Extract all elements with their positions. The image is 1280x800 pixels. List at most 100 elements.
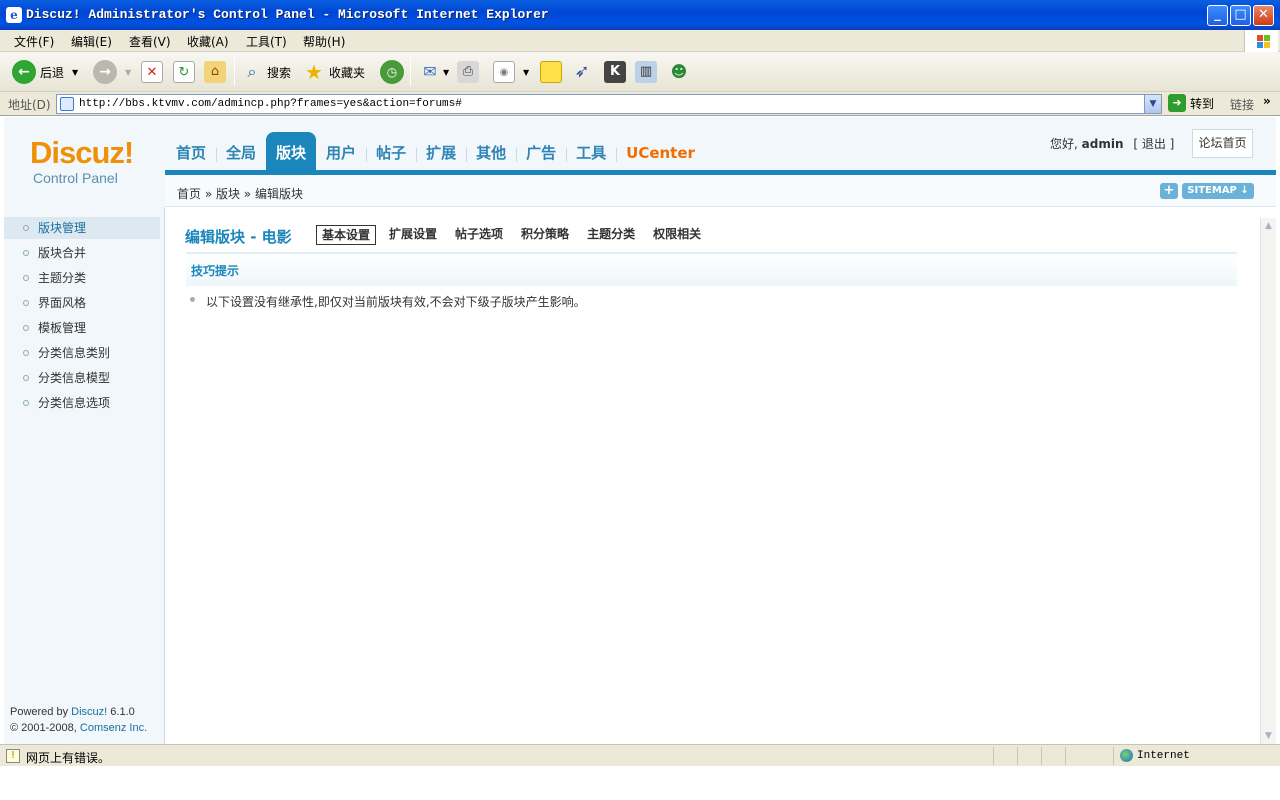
back-button[interactable]: ← 后退 ▼ [12, 60, 78, 84]
search-button[interactable]: ⌕ 搜索 [241, 60, 292, 84]
tab-permissions[interactable]: 权限相关 [644, 225, 710, 245]
tip-bullet-icon [190, 297, 195, 302]
nav-other[interactable]: 其他 [466, 132, 516, 170]
sidebar-item-info-options[interactable]: 分类信息选项 [4, 392, 160, 414]
nav-global[interactable]: 全局 [216, 132, 266, 170]
discuz-logo[interactable]: Discuz! Control Panel [30, 135, 134, 186]
main-content: 编辑版块 - 电影 基本设置 扩展设置 帖子选项 积分策略 主题分类 权限相关 … [166, 208, 1276, 744]
go-arrow-icon: ➜ [1168, 94, 1186, 112]
status-message: 网页上有错误。 [26, 751, 111, 765]
search-icon: ⌕ [247, 62, 257, 81]
nav-posts[interactable]: 帖子 [366, 132, 416, 170]
bullet-icon [23, 300, 29, 306]
home-button[interactable]: ⌂ [204, 60, 226, 84]
forward-arrow-icon: → [93, 60, 117, 84]
minimize-button[interactable]: _ [1207, 5, 1228, 26]
forward-button[interactable]: → ▼ [93, 60, 131, 84]
nav-tools[interactable]: 工具 [566, 132, 616, 170]
chevron-down-icon: ▼ [523, 67, 530, 77]
stop-button[interactable]: ✕ [141, 60, 163, 84]
scroll-down-icon[interactable]: ▼ [1261, 728, 1276, 744]
menu-tools[interactable]: 工具(T) [246, 33, 287, 50]
menu-edit[interactable]: 编辑(E) [71, 33, 112, 50]
status-divider [1041, 747, 1042, 765]
sidebar-item-label: 界面风格 [38, 296, 87, 310]
menu-favorites[interactable]: 收藏(A) [187, 33, 229, 50]
favorites-label: 收藏夹 [329, 65, 366, 80]
k-icon: K [604, 61, 626, 83]
tab-extended-settings[interactable]: 扩展设置 [380, 225, 446, 245]
nav-home[interactable]: 首页 [166, 132, 216, 170]
mail-button[interactable]: ✉ ▼ [419, 60, 449, 84]
zone-label: Internet [1137, 749, 1190, 762]
menu-file[interactable]: 文件(F) [14, 33, 54, 50]
sidebar-footer: Powered by Discuz! 6.1.0 © 2001-2008, Co… [10, 704, 147, 736]
nav-ads[interactable]: 广告 [516, 132, 566, 170]
sidebar-item-styles[interactable]: 界面风格 [4, 292, 160, 314]
links-button[interactable]: 链接 [1230, 96, 1254, 113]
breadcrumb: 首页 » 版块 » 编辑版块 [177, 187, 303, 201]
nav-users[interactable]: 用户 [316, 132, 366, 170]
forum-home-button[interactable]: 论坛首页 [1192, 129, 1253, 158]
bullet-icon [23, 350, 29, 356]
toolbar-separator [234, 58, 235, 86]
research-button[interactable]: ▥ [635, 60, 657, 84]
menu-help[interactable]: 帮助(H) [303, 33, 345, 50]
menu-view[interactable]: 查看(V) [129, 33, 171, 50]
tab-thread-types[interactable]: 主题分类 [578, 225, 644, 245]
tab-post-options[interactable]: 帖子选项 [446, 225, 512, 245]
edit-page-icon: ◉ [493, 61, 515, 83]
search-label: 搜索 [267, 65, 292, 80]
ie-icon: e [6, 7, 22, 23]
go-button[interactable]: ➜ 转到 [1168, 94, 1214, 112]
sidebar-item-label: 主题分类 [38, 271, 87, 285]
chevron-down-icon[interactable]: ▼ [1144, 95, 1161, 113]
sidebar-item-label: 分类信息选项 [38, 396, 111, 410]
refresh-button[interactable]: ↻ [173, 60, 195, 84]
nav-extensions[interactable]: 扩展 [416, 132, 466, 170]
breadcrumb-bar [165, 175, 1276, 207]
discuz-link[interactable]: Discuz! [71, 706, 107, 718]
sidebar-item-forum-merge[interactable]: 版块合并 [4, 242, 160, 264]
address-input[interactable]: http://bbs.ktvmv.com/admincp.php?frames=… [56, 94, 1162, 114]
comsenz-link[interactable]: Comsenz Inc. [80, 722, 147, 734]
sidebar-item-info-categories[interactable]: 分类信息类别 [4, 342, 160, 364]
vertical-scrollbar[interactable]: ▲ ▼ [1260, 218, 1276, 744]
home-icon: ⌂ [204, 61, 226, 83]
sitemap-button[interactable]: SITEMAP ↓ [1182, 183, 1254, 199]
messenger-button[interactable]: ➶ [571, 60, 593, 84]
window-title: Discuz! Administrator's Control Panel - … [26, 7, 549, 22]
print-button[interactable]: ⎙ [457, 60, 479, 84]
tips-title: 技巧提示 [191, 264, 240, 278]
windows-logo-icon [1244, 30, 1278, 52]
nav-forums[interactable]: 版块 [266, 132, 317, 170]
nav-ucenter[interactable]: UCenter [616, 132, 705, 170]
maximize-button[interactable]: □ [1230, 5, 1251, 26]
scroll-up-icon[interactable]: ▲ [1261, 218, 1276, 234]
refresh-icon: ↻ [173, 61, 195, 83]
history-button[interactable]: ◷ [380, 60, 404, 84]
sidebar-item-templates[interactable]: 模板管理 [4, 317, 160, 339]
admin-page: Discuz! Control Panel 首页 全局 版块 用户 帖子 扩展 … [4, 117, 1276, 744]
tab-basic-settings[interactable]: 基本设置 [316, 225, 377, 245]
sidebar-item-forum-manage[interactable]: 版块管理 [4, 217, 160, 239]
k-button[interactable]: K [604, 60, 626, 84]
favorites-button[interactable]: ★ 收藏夹 [303, 60, 365, 84]
warning-icon[interactable]: ! [6, 749, 20, 763]
back-label: 后退 [40, 65, 65, 80]
edit-button[interactable]: ◉ ▼ [493, 60, 529, 84]
toolbar-separator [410, 58, 411, 86]
tab-credit-policy[interactable]: 积分策略 [512, 225, 578, 245]
sidebar-item-thread-types[interactable]: 主题分类 [4, 267, 160, 289]
sidebar-item-info-models[interactable]: 分类信息模型 [4, 367, 160, 389]
notes-button[interactable] [540, 60, 562, 84]
address-url[interactable]: http://bbs.ktvmv.com/admincp.php?frames=… [79, 98, 462, 110]
add-shortcut-button[interactable]: + [1160, 183, 1178, 199]
people-icon: ☻ [670, 62, 688, 81]
logout-link[interactable]: [ 退出 ] [1133, 137, 1174, 151]
msn-button[interactable]: ☻ [668, 60, 690, 84]
username: admin [1081, 137, 1124, 151]
chevron-right-icon[interactable]: » [1263, 94, 1271, 108]
close-button[interactable]: ✕ [1253, 5, 1274, 26]
logo-subtitle: Control Panel [33, 170, 118, 186]
